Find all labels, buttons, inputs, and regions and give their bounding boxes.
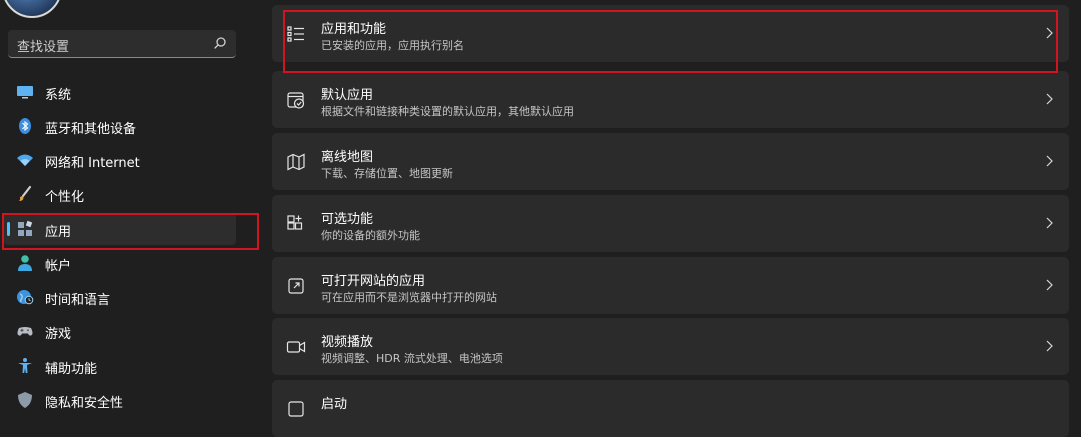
add-feature-icon (287, 215, 303, 230)
sidebar-item-gaming[interactable]: 游戏 (4, 315, 236, 347)
shield-icon (18, 392, 32, 408)
bluetooth-icon (19, 118, 31, 134)
card-title: 可选功能 (321, 212, 374, 227)
video-icon (286, 341, 306, 353)
startup-icon (288, 401, 304, 417)
sidebar-item-accounts[interactable]: 帐户 (4, 247, 236, 279)
sidebar-item-bluetooth[interactable]: 蓝牙和其他设备 (4, 110, 236, 142)
chevron-right-icon (1046, 93, 1053, 105)
sidebar-item-label: 网络和 Internet (45, 156, 140, 171)
chevron-right-icon (1046, 279, 1053, 291)
card-default-apps[interactable]: 默认应用 根据文件和链接种类设置的默认应用，其他默认应用 (272, 71, 1069, 128)
sidebar-item-label: 隐私和安全性 (45, 396, 124, 411)
search-input[interactable]: 查找设置 (8, 30, 236, 58)
card-subtitle: 你的设备的额外功能 (321, 229, 420, 242)
accessibility-icon (18, 358, 32, 373)
chevron-right-icon (1046, 217, 1053, 229)
globe-clock-icon (17, 290, 34, 305)
sidebar-item-label: 个性化 (45, 190, 85, 205)
search-icon[interactable] (213, 36, 227, 50)
card-title: 可打开网站的应用 (321, 274, 426, 289)
card-title: 视频播放 (321, 335, 374, 350)
card-apps-for-websites[interactable]: 可打开网站的应用 可在应用而不是浏览器中打开的网站 (272, 257, 1069, 314)
sidebar-item-label: 帐户 (45, 259, 72, 274)
sidebar-item-label: 蓝牙和其他设备 (45, 122, 137, 137)
gamepad-icon (17, 327, 33, 336)
card-video-playback[interactable]: 视频播放 视频调整、HDR 流式处理、电池选项 (272, 318, 1069, 375)
wifi-icon (17, 154, 33, 166)
sidebar-item-label: 辅助功能 (45, 362, 98, 377)
open-website-icon (288, 278, 304, 294)
sidebar-item-system[interactable]: 系统 (4, 76, 236, 108)
monitor-icon (17, 86, 33, 99)
sidebar-item-accessibility[interactable]: 辅助功能 (4, 350, 236, 382)
avatar[interactable] (2, 0, 62, 18)
highlight-box (283, 10, 1058, 73)
chevron-right-icon (1046, 340, 1053, 352)
default-app-icon (287, 92, 305, 109)
sidebar-item-label: 系统 (45, 88, 72, 103)
map-icon (287, 153, 305, 171)
card-subtitle: 可在应用而不是浏览器中打开的网站 (321, 291, 497, 304)
card-title: 默认应用 (321, 88, 374, 103)
sidebar-item-network[interactable]: 网络和 Internet (4, 144, 236, 176)
card-optional-features[interactable]: 可选功能 你的设备的额外功能 (272, 195, 1069, 252)
highlight-box (2, 213, 259, 250)
person-icon (18, 255, 32, 271)
card-title: 启动 (321, 397, 348, 412)
sidebar-item-personalization[interactable]: 个性化 (4, 178, 236, 210)
card-subtitle: 根据文件和链接种类设置的默认应用，其他默认应用 (321, 105, 574, 118)
chevron-right-icon (1046, 155, 1053, 167)
sidebar-item-label: 游戏 (45, 327, 72, 342)
card-offline-maps[interactable]: 离线地图 下载、存储位置、地图更新 (272, 133, 1069, 190)
sidebar-item-privacy[interactable]: 隐私和安全性 (4, 384, 236, 416)
card-title: 离线地图 (321, 150, 374, 165)
card-subtitle: 下载、存储位置、地图更新 (321, 167, 453, 180)
sidebar-item-time-language[interactable]: 时间和语言 (4, 281, 236, 313)
brush-icon (19, 185, 32, 201)
sidebar-item-label: 时间和语言 (45, 293, 111, 308)
card-startup[interactable]: 启动 (272, 380, 1069, 437)
card-subtitle: 视频调整、HDR 流式处理、电池选项 (321, 352, 503, 365)
search-placeholder: 查找设置 (17, 40, 70, 55)
sidebar: 查找设置 系统 蓝牙和其他设备 网络和 Internet 个性化 应用 帐户 时… (0, 0, 262, 411)
